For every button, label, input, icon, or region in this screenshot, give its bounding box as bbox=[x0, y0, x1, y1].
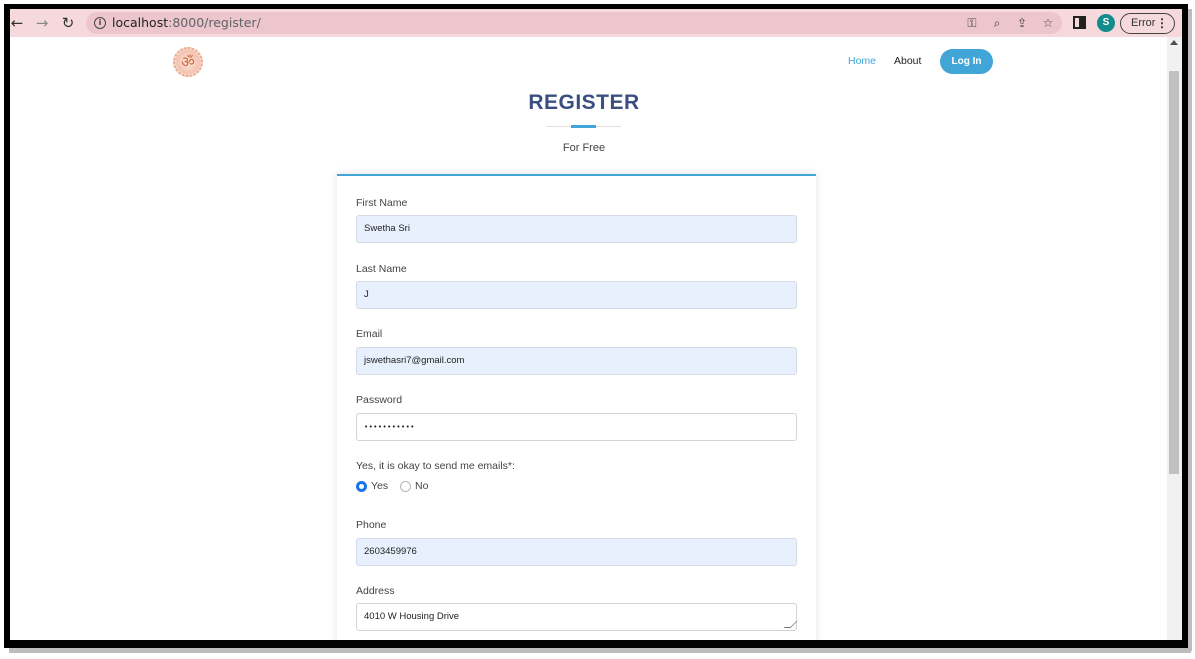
resize-handle-icon[interactable] bbox=[783, 621, 798, 628]
url-host: localhost bbox=[112, 15, 169, 30]
phone-input[interactable]: 2603459976 bbox=[356, 538, 797, 566]
login-button[interactable]: Log In bbox=[940, 49, 993, 74]
nav-link-home[interactable]: Home bbox=[848, 55, 876, 67]
title-divider-accent bbox=[571, 125, 596, 128]
share-icon[interactable]: ⇪ bbox=[1014, 15, 1030, 31]
url-path: :8000/register/ bbox=[168, 15, 261, 30]
key-icon[interactable]: ⚿ bbox=[964, 15, 980, 31]
reload-icon[interactable]: ↻ bbox=[58, 13, 78, 33]
email-consent-yes-radio[interactable] bbox=[356, 481, 367, 492]
nav-link-about[interactable]: About bbox=[894, 55, 921, 67]
phone-label: Phone bbox=[356, 519, 387, 531]
last-name-input[interactable]: J bbox=[356, 281, 797, 309]
page-subtitle: For Free bbox=[562, 142, 606, 154]
registration-form-card bbox=[337, 174, 816, 640]
error-status-button[interactable]: Error ⋮ bbox=[1120, 13, 1175, 34]
site-info-icon[interactable]: i bbox=[94, 17, 106, 29]
first-name-input[interactable]: Swetha Sri bbox=[356, 215, 797, 243]
email-input[interactable]: jswethasri7@gmail.com bbox=[356, 347, 797, 375]
page-title: REGISTER bbox=[528, 91, 640, 114]
email-consent-label: Yes, it is okay to send me emails*: bbox=[356, 460, 515, 472]
first-name-label: First Name bbox=[356, 197, 408, 209]
browser-window: ← → ↻ i localhost:8000/register/ ⚿ ⌕ ⇪ ☆… bbox=[10, 9, 1182, 640]
zoom-icon[interactable]: ⌕ bbox=[989, 15, 1005, 31]
address-textarea[interactable]: 4010 W Housing Drive bbox=[356, 603, 798, 631]
profile-avatar[interactable]: S bbox=[1097, 14, 1115, 32]
address-bar[interactable]: i localhost:8000/register/ ⚿ ⌕ ⇪ ☆ bbox=[86, 12, 1062, 34]
scroll-up-arrow-icon[interactable] bbox=[1170, 40, 1178, 45]
kebab-menu-icon[interactable]: ⋮ bbox=[1156, 14, 1168, 33]
forward-arrow-icon[interactable]: → bbox=[32, 13, 52, 33]
om-logo[interactable]: ॐ bbox=[173, 47, 203, 77]
address-value: 4010 W Housing Drive bbox=[364, 611, 460, 622]
scrollbar-thumb[interactable] bbox=[1169, 71, 1179, 474]
address-label: Address bbox=[356, 585, 395, 597]
email-label: Email bbox=[356, 328, 383, 340]
side-panel-icon[interactable] bbox=[1073, 16, 1086, 29]
password-label: Password bbox=[356, 394, 403, 406]
last-name-label: Last Name bbox=[356, 263, 407, 275]
om-symbol-icon: ॐ bbox=[181, 53, 195, 71]
email-consent-yes-label[interactable]: Yes bbox=[371, 480, 388, 492]
url-text[interactable]: localhost:8000/register/ bbox=[112, 15, 261, 31]
error-status-label: Error bbox=[1131, 17, 1156, 29]
bookmark-star-icon[interactable]: ☆ bbox=[1040, 15, 1056, 31]
browser-toolbar: ← → ↻ i localhost:8000/register/ ⚿ ⌕ ⇪ ☆… bbox=[10, 9, 1182, 37]
password-input[interactable]: ••••••••••• bbox=[356, 413, 797, 441]
email-consent-no-radio[interactable] bbox=[400, 481, 411, 492]
email-consent-no-label[interactable]: No bbox=[415, 480, 428, 492]
back-arrow-icon[interactable]: ← bbox=[10, 13, 27, 33]
